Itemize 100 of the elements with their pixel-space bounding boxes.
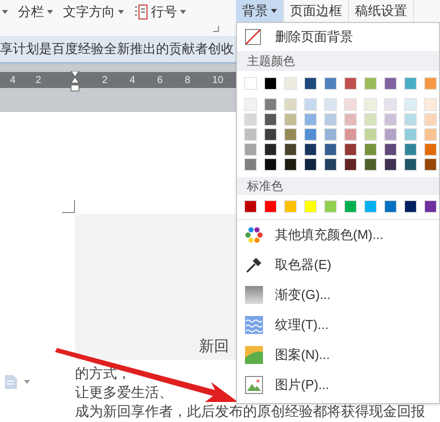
color-swatch[interactable] xyxy=(404,113,417,126)
color-swatch[interactable] xyxy=(404,143,417,156)
no-fill-icon xyxy=(245,29,261,45)
color-swatch[interactable] xyxy=(364,77,377,90)
menu-item[interactable]: 取色器(E) xyxy=(237,250,439,280)
menu-item[interactable]: 图案(N)... xyxy=(237,340,439,370)
color-swatch[interactable] xyxy=(384,98,397,111)
color-swatch[interactable] xyxy=(324,77,337,90)
document-text-line: 成为新回享作者，此后发布的原创经验都将获得现金回报 xyxy=(75,402,425,421)
color-swatch[interactable] xyxy=(344,77,357,90)
line-number-icon xyxy=(134,4,148,20)
color-swatch[interactable] xyxy=(344,143,357,156)
toolbar-button[interactable]: 行号 xyxy=(134,3,186,21)
ruler-number: 2 xyxy=(36,74,42,88)
color-swatch[interactable] xyxy=(424,158,437,171)
color-swatch[interactable] xyxy=(324,98,337,111)
caret-icon xyxy=(180,10,186,14)
color-swatch[interactable] xyxy=(304,200,317,213)
color-swatch[interactable] xyxy=(244,128,257,141)
caret-icon xyxy=(118,10,124,14)
color-swatch[interactable] xyxy=(384,158,397,171)
color-swatch[interactable] xyxy=(424,77,437,90)
color-swatch[interactable] xyxy=(404,128,417,141)
color-swatch[interactable] xyxy=(364,98,377,111)
color-swatch[interactable] xyxy=(404,77,417,90)
color-swatch[interactable] xyxy=(284,143,297,156)
toolbar-button[interactable]: 文字方向 xyxy=(63,3,124,21)
color-swatch[interactable] xyxy=(264,77,277,90)
color-swatch[interactable] xyxy=(284,128,297,141)
dialog-launcher-icon[interactable] xyxy=(213,26,219,32)
color-swatch[interactable] xyxy=(364,143,377,156)
menu-item[interactable]: 删除页面背景 xyxy=(237,23,439,51)
color-swatch[interactable] xyxy=(304,113,317,126)
color-swatch[interactable] xyxy=(264,128,277,141)
ruler-number: 2 xyxy=(102,74,108,88)
gradient-icon xyxy=(245,286,263,304)
color-swatch[interactable] xyxy=(304,158,317,171)
caret-icon xyxy=(47,10,53,14)
color-swatch[interactable] xyxy=(244,77,257,90)
menu-item[interactable]: 纹理(T)... xyxy=(237,310,439,340)
color-swatch[interactable] xyxy=(404,98,417,111)
color-swatch[interactable] xyxy=(304,77,317,90)
color-swatch[interactable] xyxy=(324,143,337,156)
color-swatch[interactable] xyxy=(404,158,417,171)
pattern-icon xyxy=(245,346,263,364)
color-swatch[interactable] xyxy=(304,98,317,111)
color-swatch[interactable] xyxy=(344,98,357,111)
color-swatch[interactable] xyxy=(304,143,317,156)
color-swatch[interactable] xyxy=(264,98,277,111)
color-swatch[interactable] xyxy=(344,200,357,213)
ruler-number: 10 xyxy=(212,74,224,88)
color-swatch[interactable] xyxy=(244,158,257,171)
color-swatch[interactable] xyxy=(364,128,377,141)
color-swatch[interactable] xyxy=(364,158,377,171)
color-swatch[interactable] xyxy=(384,143,397,156)
color-swatch[interactable] xyxy=(284,158,297,171)
color-swatch[interactable] xyxy=(424,113,437,126)
color-swatch[interactable] xyxy=(244,143,257,156)
indent-marker-icon[interactable] xyxy=(70,71,80,93)
ruler-number: 8 xyxy=(184,74,190,88)
color-swatch[interactable] xyxy=(424,143,437,156)
color-swatch[interactable] xyxy=(264,158,277,171)
color-swatch[interactable] xyxy=(264,113,277,126)
color-swatch[interactable] xyxy=(344,128,357,141)
color-swatch[interactable] xyxy=(384,128,397,141)
color-swatch[interactable] xyxy=(324,128,337,141)
color-swatch[interactable] xyxy=(284,113,297,126)
toolbar-button[interactable]: 分栏 xyxy=(18,3,53,21)
ribbon-tab[interactable]: 背景 xyxy=(236,0,284,22)
margin-corner-mark xyxy=(62,200,75,213)
color-swatch[interactable] xyxy=(324,200,337,213)
color-swatch[interactable] xyxy=(424,98,437,111)
color-swatch[interactable] xyxy=(364,200,377,213)
color-swatch[interactable] xyxy=(284,77,297,90)
color-swatch[interactable] xyxy=(284,98,297,111)
image-icon xyxy=(245,376,263,394)
ruler-number: 4 xyxy=(10,74,16,88)
color-swatch[interactable] xyxy=(404,200,417,213)
color-swatch[interactable] xyxy=(344,113,357,126)
color-swatch[interactable] xyxy=(424,128,437,141)
color-swatch[interactable] xyxy=(264,143,277,156)
color-swatch[interactable] xyxy=(384,200,397,213)
menu-item[interactable]: 其他填充颜色(M)... xyxy=(237,220,439,250)
box-text: 新回 xyxy=(199,336,229,356)
menu-item[interactable]: 渐变(G)... xyxy=(237,280,439,310)
document-icon[interactable] xyxy=(4,374,18,390)
color-swatch[interactable] xyxy=(264,200,277,213)
color-swatch[interactable] xyxy=(244,113,257,126)
color-swatch[interactable] xyxy=(304,128,317,141)
color-swatch[interactable] xyxy=(344,158,357,171)
menu-item[interactable]: 图片(P)... xyxy=(237,370,439,400)
color-swatch[interactable] xyxy=(324,158,337,171)
color-swatch[interactable] xyxy=(364,113,377,126)
color-swatch[interactable] xyxy=(244,98,257,111)
color-swatch[interactable] xyxy=(324,113,337,126)
color-swatch[interactable] xyxy=(244,200,257,213)
color-swatch[interactable] xyxy=(384,77,397,90)
color-swatch[interactable] xyxy=(424,200,437,213)
color-swatch[interactable] xyxy=(384,113,397,126)
color-swatch[interactable] xyxy=(284,200,297,213)
